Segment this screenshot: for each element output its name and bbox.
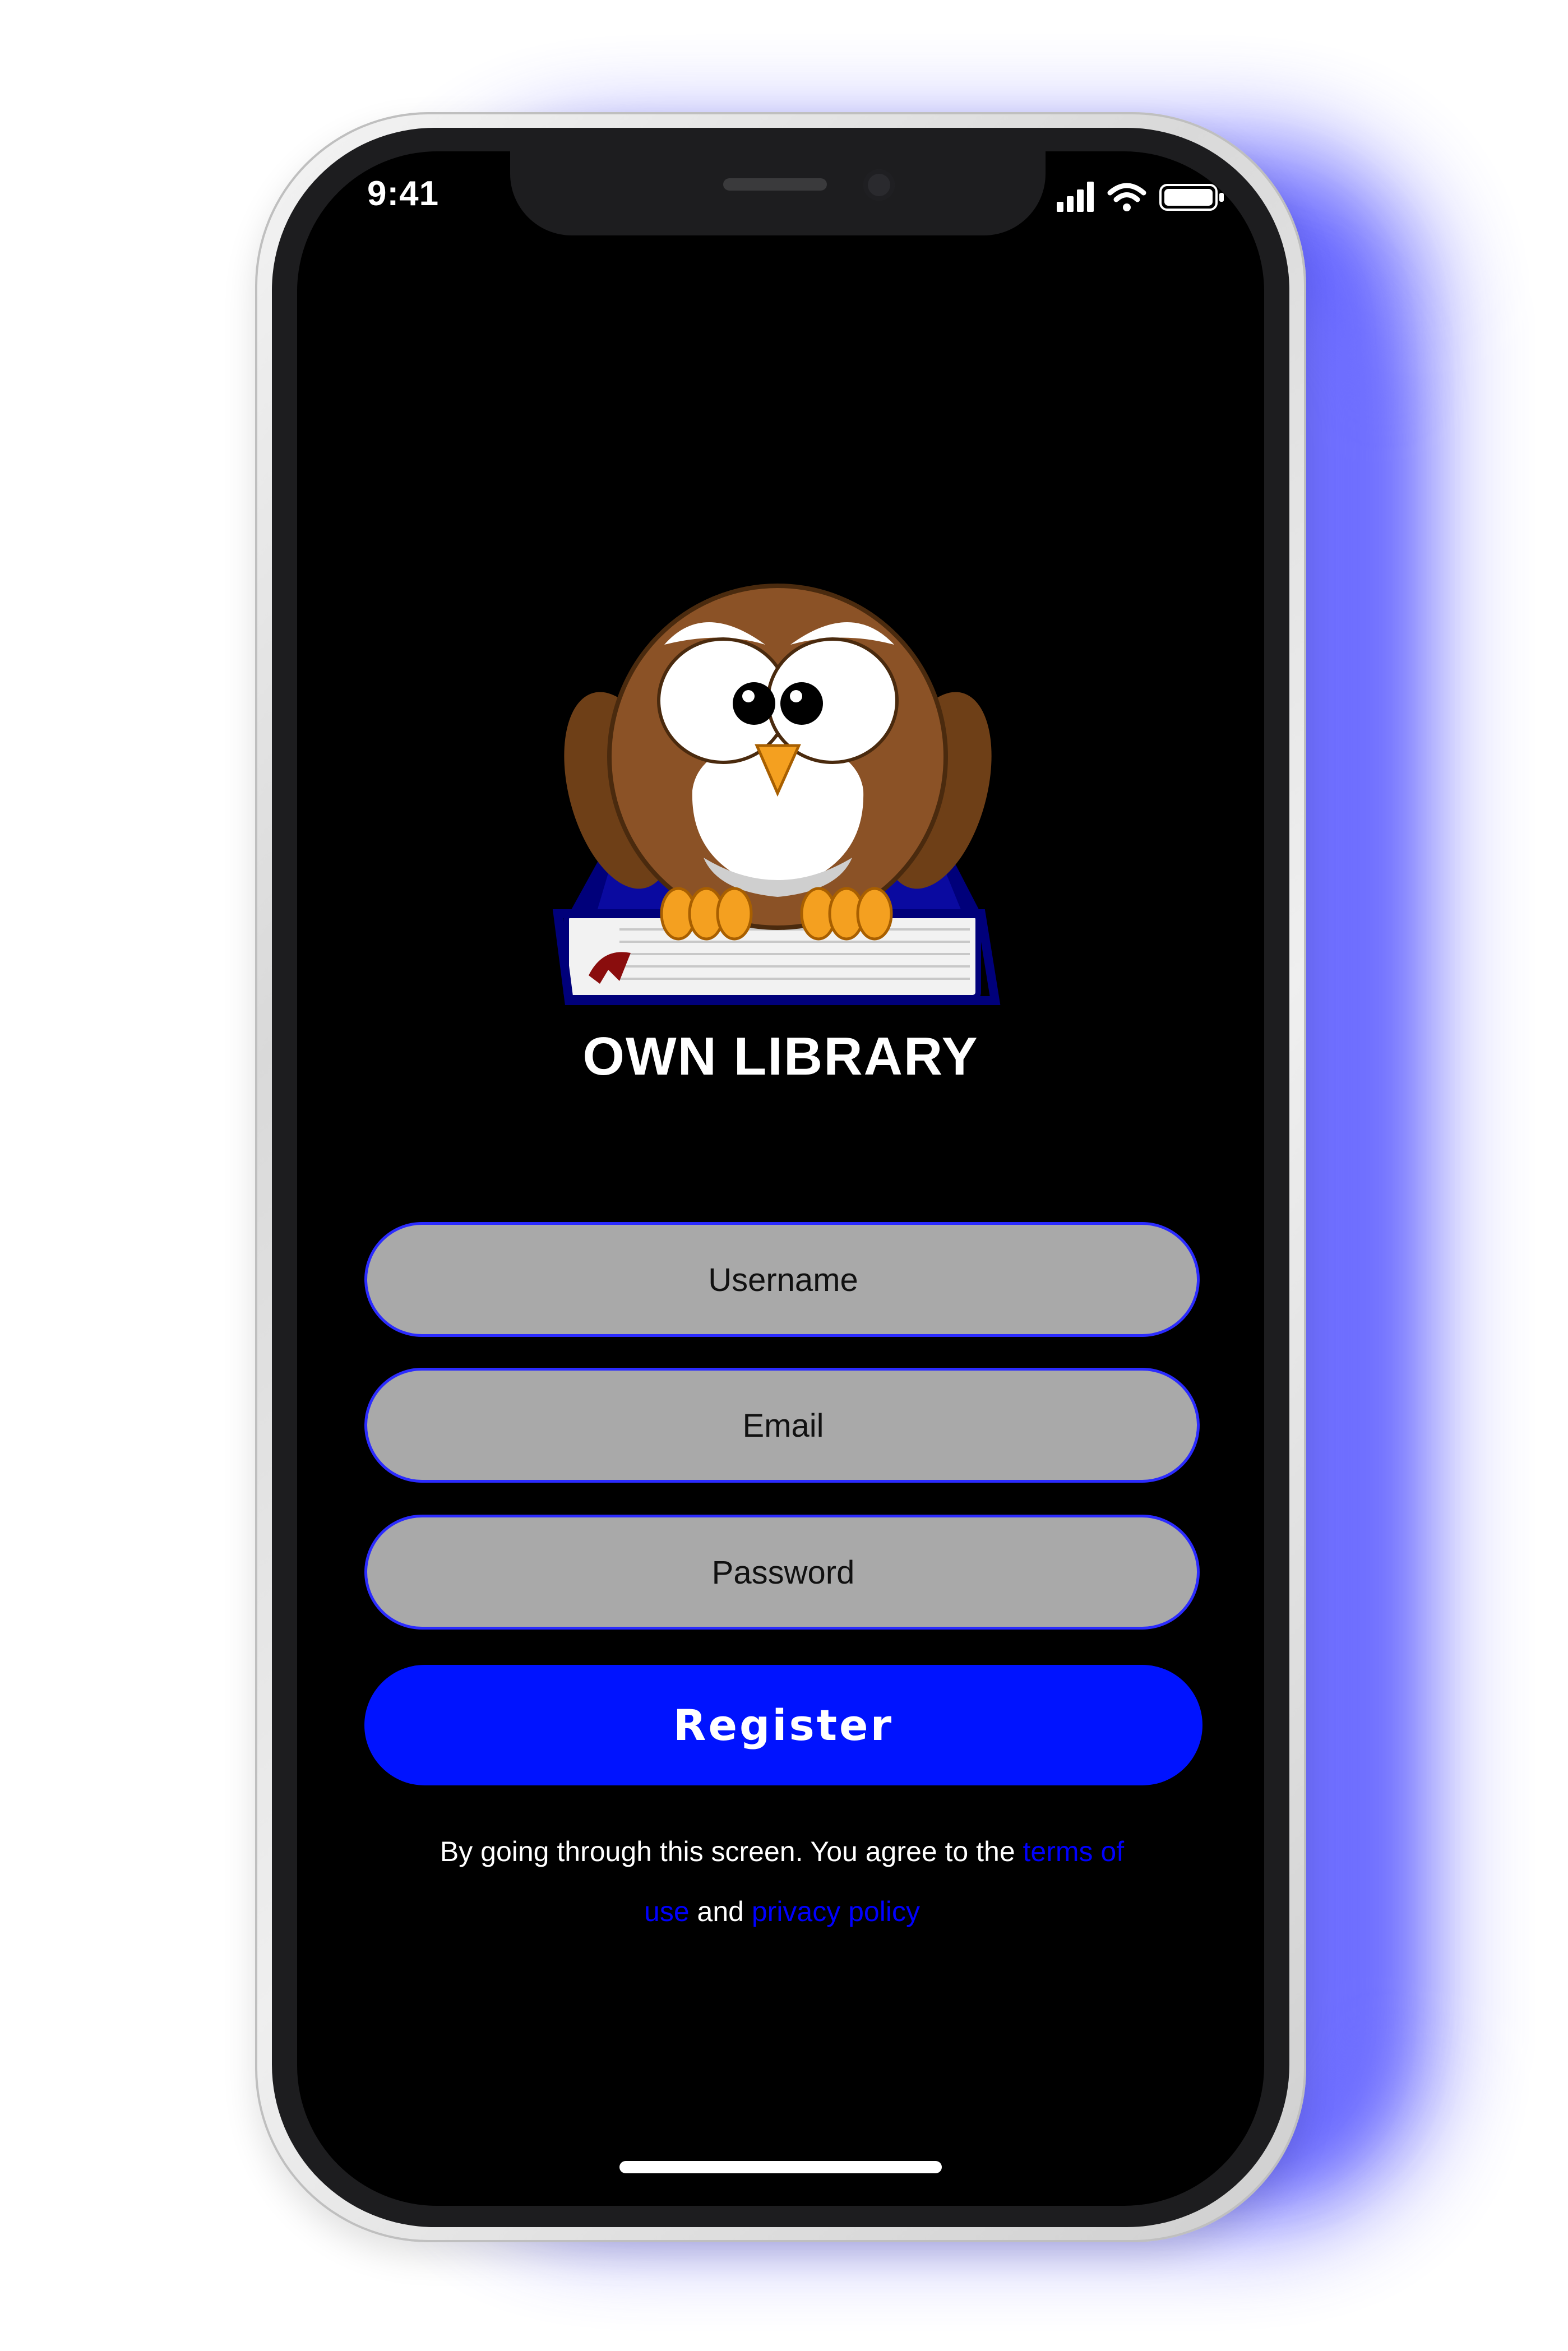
email-field[interactable]: [364, 1368, 1200, 1483]
phone-screen: 9:41 OWN LIBRARY Username Email Register…: [297, 151, 1264, 2206]
username-input[interactable]: [367, 1225, 1199, 1335]
password-field[interactable]: [364, 1515, 1200, 1630]
register-button[interactable]: Register: [364, 1665, 1202, 1785]
password-input[interactable]: [367, 1517, 1199, 1628]
email-input[interactable]: [367, 1371, 1199, 1481]
legal-prefix: By going through this screen. You agree …: [440, 1836, 1023, 1867]
legal-notice: By going through this screen. You agree …: [426, 1822, 1138, 1942]
app-title: OWN LIBRARY: [582, 1026, 979, 1086]
status-icons: [1057, 182, 1224, 212]
username-field[interactable]: [364, 1222, 1200, 1337]
front-camera: [863, 169, 895, 201]
signal-icon: [1057, 182, 1094, 212]
privacy-policy-link[interactable]: privacy policy: [752, 1896, 920, 1927]
mockup-stage: 9:41 OWN LIBRARY Username Email Register…: [0, 0, 1568, 2351]
battery-icon: [1159, 184, 1224, 211]
status-time: 9:41: [367, 174, 440, 213]
legal-conjunction: and: [689, 1896, 752, 1927]
home-indicator[interactable]: [619, 2161, 942, 2173]
owl-on-book-icon: [552, 584, 1001, 1005]
notch: [510, 151, 1046, 235]
wifi-icon: [1107, 183, 1146, 211]
speaker: [723, 178, 827, 191]
